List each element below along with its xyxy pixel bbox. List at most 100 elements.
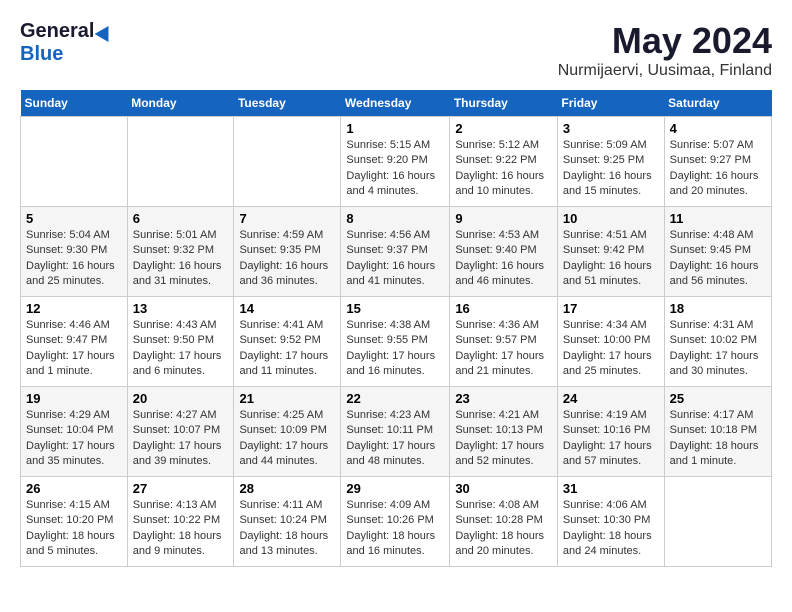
day-info: Sunrise: 4:06 AM Sunset: 10:30 PM Daylig… xyxy=(563,498,659,560)
calendar-cell: 24 Sunrise: 4:19 AM Sunset: 10:16 PM Dayl… xyxy=(557,387,664,477)
day-number: 20 xyxy=(133,391,229,406)
day-number: 11 xyxy=(670,211,766,226)
day-info: Sunrise: 4:11 AM Sunset: 10:24 PM Daylig… xyxy=(239,498,335,560)
day-info: Sunrise: 4:31 AM Sunset: 10:02 PM Daylig… xyxy=(670,318,766,380)
day-number: 10 xyxy=(563,211,659,226)
calendar-week-row: 5 Sunrise: 5:04 AM Sunset: 9:30 PM Daylig… xyxy=(21,207,772,297)
day-number: 17 xyxy=(563,301,659,316)
calendar-cell: 20Sunrise: 4:27 AM Sunset: 10:07 PM Dayl… xyxy=(127,387,234,477)
day-number: 19 xyxy=(26,391,122,406)
day-info: Sunrise: 4:53 AM Sunset: 9:40 PM Dayligh… xyxy=(455,228,552,290)
day-number: 7 xyxy=(239,211,335,226)
day-info: Sunrise: 4:09 AM Sunset: 10:26 PM Daylig… xyxy=(346,498,444,560)
title-area: May 2024 Nurmijaervi, Uusimaa, Finland xyxy=(558,20,772,80)
day-number: 21 xyxy=(239,391,335,406)
weekday-header-row: SundayMondayTuesdayWednesdayThursdayFrid… xyxy=(21,90,772,117)
calendar-cell: 1Sunrise: 5:15 AM Sunset: 9:20 PM Daylig… xyxy=(341,117,450,207)
calendar-cell xyxy=(664,477,771,567)
calendar-cell: 9 Sunrise: 4:53 AM Sunset: 9:40 PM Daylig… xyxy=(450,207,558,297)
day-number: 15 xyxy=(346,301,444,316)
weekday-header: Tuesday xyxy=(234,90,341,117)
calendar-table: SundayMondayTuesdayWednesdayThursdayFrid… xyxy=(20,90,772,567)
day-number: 3 xyxy=(563,121,659,136)
calendar-week-row: 19Sunrise: 4:29 AM Sunset: 10:04 PM Dayl… xyxy=(21,387,772,477)
calendar-cell: 26 Sunrise: 4:15 AM Sunset: 10:20 PM Dayl… xyxy=(21,477,128,567)
calendar-cell: 17 Sunrise: 4:34 AM Sunset: 10:00 PM Dayl… xyxy=(557,297,664,387)
day-info: Sunrise: 4:36 AM Sunset: 9:57 PM Dayligh… xyxy=(455,318,552,380)
day-number: 9 xyxy=(455,211,552,226)
calendar-cell: 14 Sunrise: 4:41 AM Sunset: 9:52 PM Dayli… xyxy=(234,297,341,387)
day-number: 13 xyxy=(133,301,229,316)
calendar-cell: 10 Sunrise: 4:51 AM Sunset: 9:42 PM Dayli… xyxy=(557,207,664,297)
day-number: 2 xyxy=(455,121,552,136)
calendar-cell xyxy=(234,117,341,207)
logo: General Blue xyxy=(20,20,113,66)
day-number: 24 xyxy=(563,391,659,406)
day-info: Sunrise: 5:07 AM Sunset: 9:27 PM Dayligh… xyxy=(670,138,766,200)
day-info: Sunrise: 4:34 AM Sunset: 10:00 PM Daylig… xyxy=(563,318,659,380)
weekday-header: Thursday xyxy=(450,90,558,117)
day-info: Sunrise: 4:08 AM Sunset: 10:28 PM Daylig… xyxy=(455,498,552,560)
day-info: Sunrise: 4:38 AM Sunset: 9:55 PM Dayligh… xyxy=(346,318,444,380)
day-info: Sunrise: 4:48 AM Sunset: 9:45 PM Dayligh… xyxy=(670,228,766,290)
calendar-cell: 3 Sunrise: 5:09 AM Sunset: 9:25 PM Daylig… xyxy=(557,117,664,207)
day-info: Sunrise: 4:51 AM Sunset: 9:42 PM Dayligh… xyxy=(563,228,659,290)
page-header: General Blue May 2024 Nurmijaervi, Uusim… xyxy=(20,20,772,80)
calendar-cell: 16 Sunrise: 4:36 AM Sunset: 9:57 PM Dayli… xyxy=(450,297,558,387)
location: Nurmijaervi, Uusimaa, Finland xyxy=(558,62,772,80)
day-number: 29 xyxy=(346,481,444,496)
day-info: Sunrise: 4:25 AM Sunset: 10:09 PM Daylig… xyxy=(239,408,335,470)
day-number: 31 xyxy=(563,481,659,496)
calendar-cell: 19Sunrise: 4:29 AM Sunset: 10:04 PM Dayl… xyxy=(21,387,128,477)
calendar-cell: 27Sunrise: 4:13 AM Sunset: 10:22 PM Dayl… xyxy=(127,477,234,567)
day-info: Sunrise: 4:17 AM Sunset: 10:18 PM Daylig… xyxy=(670,408,766,470)
calendar-cell: 5 Sunrise: 5:04 AM Sunset: 9:30 PM Daylig… xyxy=(21,207,128,297)
day-number: 8 xyxy=(346,211,444,226)
logo-general: General xyxy=(20,20,94,43)
calendar-cell: 28 Sunrise: 4:11 AM Sunset: 10:24 PM Dayl… xyxy=(234,477,341,567)
day-info: Sunrise: 4:56 AM Sunset: 9:37 PM Dayligh… xyxy=(346,228,444,290)
day-info: Sunrise: 4:43 AM Sunset: 9:50 PM Dayligh… xyxy=(133,318,229,380)
calendar-cell: 23Sunrise: 4:21 AM Sunset: 10:13 PM Dayl… xyxy=(450,387,558,477)
day-number: 28 xyxy=(239,481,335,496)
calendar-week-row: 1Sunrise: 5:15 AM Sunset: 9:20 PM Daylig… xyxy=(21,117,772,207)
calendar-cell: 22 Sunrise: 4:23 AM Sunset: 10:11 PM Dayl… xyxy=(341,387,450,477)
day-number: 27 xyxy=(133,481,229,496)
logo-icon xyxy=(95,21,116,41)
day-info: Sunrise: 4:23 AM Sunset: 10:11 PM Daylig… xyxy=(346,408,444,470)
day-info: Sunrise: 4:46 AM Sunset: 9:47 PM Dayligh… xyxy=(26,318,122,380)
day-info: Sunrise: 4:15 AM Sunset: 10:20 PM Daylig… xyxy=(26,498,122,560)
calendar-cell: 31 Sunrise: 4:06 AM Sunset: 10:30 PM Dayl… xyxy=(557,477,664,567)
day-info: Sunrise: 5:09 AM Sunset: 9:25 PM Dayligh… xyxy=(563,138,659,200)
day-info: Sunrise: 5:15 AM Sunset: 9:20 PM Dayligh… xyxy=(346,138,444,200)
calendar-cell: 7 Sunrise: 4:59 AM Sunset: 9:35 PM Daylig… xyxy=(234,207,341,297)
calendar-cell: 18Sunrise: 4:31 AM Sunset: 10:02 PM Dayl… xyxy=(664,297,771,387)
day-info: Sunrise: 4:41 AM Sunset: 9:52 PM Dayligh… xyxy=(239,318,335,380)
calendar-cell xyxy=(21,117,128,207)
day-number: 6 xyxy=(133,211,229,226)
day-number: 23 xyxy=(455,391,552,406)
day-number: 22 xyxy=(346,391,444,406)
day-info: Sunrise: 4:19 AM Sunset: 10:16 PM Daylig… xyxy=(563,408,659,470)
day-info: Sunrise: 5:01 AM Sunset: 9:32 PM Dayligh… xyxy=(133,228,229,290)
calendar-cell: 15 Sunrise: 4:38 AM Sunset: 9:55 PM Dayli… xyxy=(341,297,450,387)
weekday-header: Sunday xyxy=(21,90,128,117)
calendar-cell: 6 Sunrise: 5:01 AM Sunset: 9:32 PM Daylig… xyxy=(127,207,234,297)
logo-blue: Blue xyxy=(20,43,63,66)
calendar-cell xyxy=(127,117,234,207)
calendar-cell: 29 Sunrise: 4:09 AM Sunset: 10:26 PM Dayl… xyxy=(341,477,450,567)
day-number: 14 xyxy=(239,301,335,316)
day-number: 5 xyxy=(26,211,122,226)
day-number: 25 xyxy=(670,391,766,406)
day-info: Sunrise: 5:04 AM Sunset: 9:30 PM Dayligh… xyxy=(26,228,122,290)
calendar-week-row: 26 Sunrise: 4:15 AM Sunset: 10:20 PM Dayl… xyxy=(21,477,772,567)
day-number: 26 xyxy=(26,481,122,496)
day-info: Sunrise: 4:59 AM Sunset: 9:35 PM Dayligh… xyxy=(239,228,335,290)
weekday-header: Saturday xyxy=(664,90,771,117)
day-number: 16 xyxy=(455,301,552,316)
calendar-week-row: 12 Sunrise: 4:46 AM Sunset: 9:47 PM Dayli… xyxy=(21,297,772,387)
day-number: 12 xyxy=(26,301,122,316)
day-info: Sunrise: 5:12 AM Sunset: 9:22 PM Dayligh… xyxy=(455,138,552,200)
month-title: May 2024 xyxy=(558,20,772,62)
calendar-cell: 30Sunrise: 4:08 AM Sunset: 10:28 PM Dayl… xyxy=(450,477,558,567)
